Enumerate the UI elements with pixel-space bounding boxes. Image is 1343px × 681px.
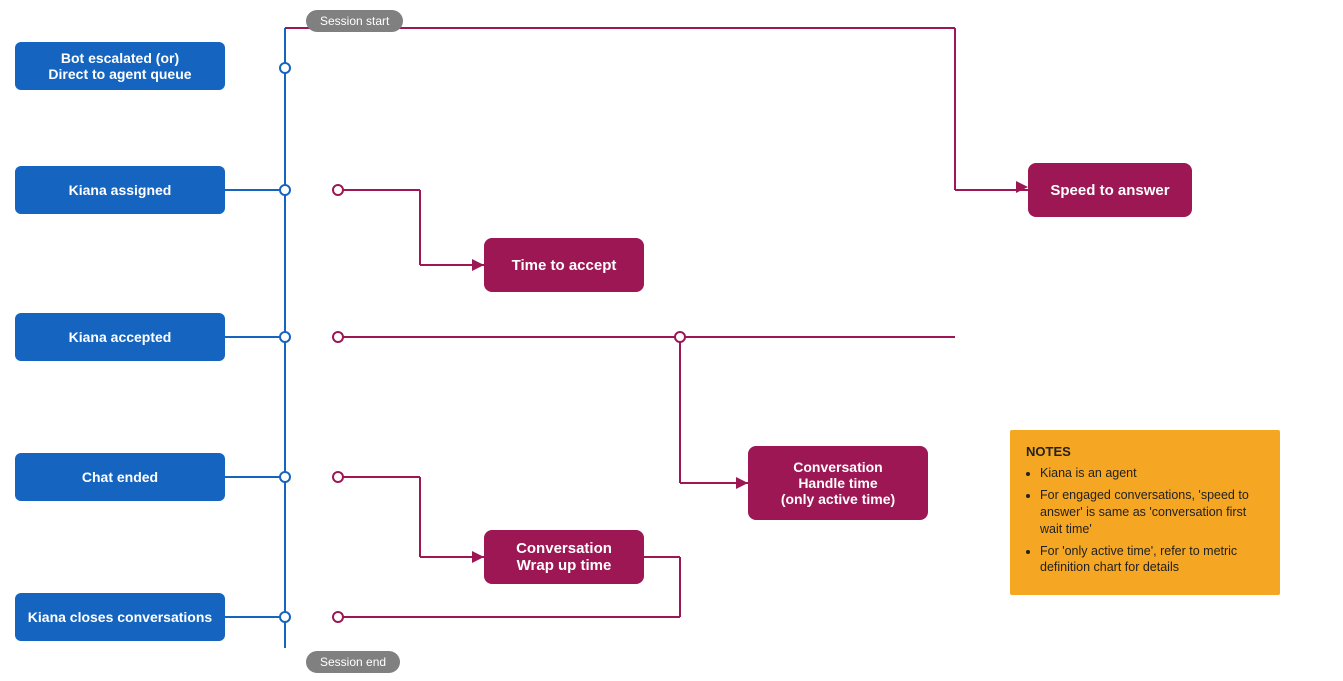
session-start-label: Session start	[306, 10, 403, 32]
event-kiana-accepted: Kiana accepted	[15, 313, 225, 361]
metric-conversation-wrap-up: Conversation Wrap up time	[484, 530, 644, 584]
session-end-label: Session end	[306, 651, 400, 673]
notes-item-2: For engaged conversations, 'speed to ans…	[1040, 487, 1264, 538]
notes-item-1: Kiana is an agent	[1040, 465, 1264, 482]
metric-conversation-handle-time: Conversation Handle time (only active ti…	[748, 446, 928, 520]
event-bot-escalated: Bot escalated (or) Direct to agent queue	[15, 42, 225, 90]
event-kiana-assigned: Kiana assigned	[15, 166, 225, 214]
diagram-container: Session start Session end Bot escalated …	[0, 0, 1343, 681]
metric-time-to-accept: Time to accept	[484, 238, 644, 292]
notes-list: Kiana is an agent For engaged conversati…	[1026, 465, 1264, 576]
event-kiana-closes: Kiana closes conversations	[15, 593, 225, 641]
notes-box: NOTES Kiana is an agent For engaged conv…	[1010, 430, 1280, 595]
event-chat-ended: Chat ended	[15, 453, 225, 501]
notes-title: NOTES	[1026, 444, 1264, 459]
notes-item-3: For 'only active time', refer to metric …	[1040, 543, 1264, 577]
metric-speed-to-answer: Speed to answer	[1028, 163, 1192, 217]
